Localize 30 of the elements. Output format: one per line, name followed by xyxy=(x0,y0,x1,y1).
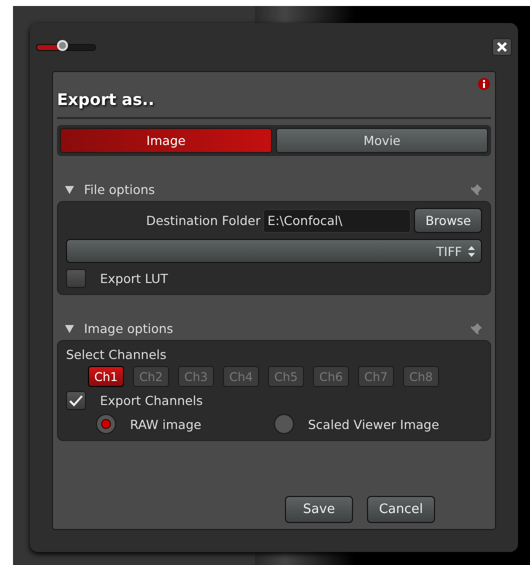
info-icon[interactable] xyxy=(478,78,490,90)
slider-thumb[interactable] xyxy=(57,40,68,50)
dialog-title: Export as.. xyxy=(57,90,491,119)
dropdown-value: TIFF xyxy=(436,244,462,258)
folder-field[interactable]: E:\Confocal\ xyxy=(263,208,412,232)
format-dropdown[interactable]: TIFF xyxy=(66,239,482,263)
check-icon xyxy=(69,394,83,406)
section-title: Image options xyxy=(84,321,174,336)
close-button[interactable] xyxy=(492,38,512,56)
close-icon xyxy=(496,41,508,53)
expand-triangle-icon[interactable] xyxy=(65,186,74,194)
dialog-button[interactable]: Save xyxy=(285,496,353,523)
expand-triangle-icon[interactable] xyxy=(65,324,74,332)
browse-button[interactable]: Browse xyxy=(414,208,482,233)
dialog-button[interactable]: Cancel xyxy=(367,496,435,523)
updown-icon xyxy=(468,246,475,256)
tab[interactable]: Image xyxy=(60,128,272,153)
radio-button[interactable] xyxy=(96,414,116,434)
checkbox[interactable] xyxy=(66,391,86,410)
checkbox[interactable] xyxy=(66,269,86,288)
field-label: Destination Folder xyxy=(146,213,260,228)
tab[interactable]: Movie xyxy=(276,128,488,153)
checkbox-label: Export LUT xyxy=(100,271,168,286)
radio-label: RAW image xyxy=(130,416,202,432)
radio-label: Scaled Viewer Image xyxy=(308,416,440,432)
channel-toggle[interactable]: Ch1 xyxy=(88,366,124,387)
radio-button[interactable] xyxy=(274,414,294,434)
field-label: Select Channels xyxy=(66,347,168,362)
section-title: File options xyxy=(84,182,155,197)
checkbox-label: Export Channels xyxy=(100,393,203,408)
